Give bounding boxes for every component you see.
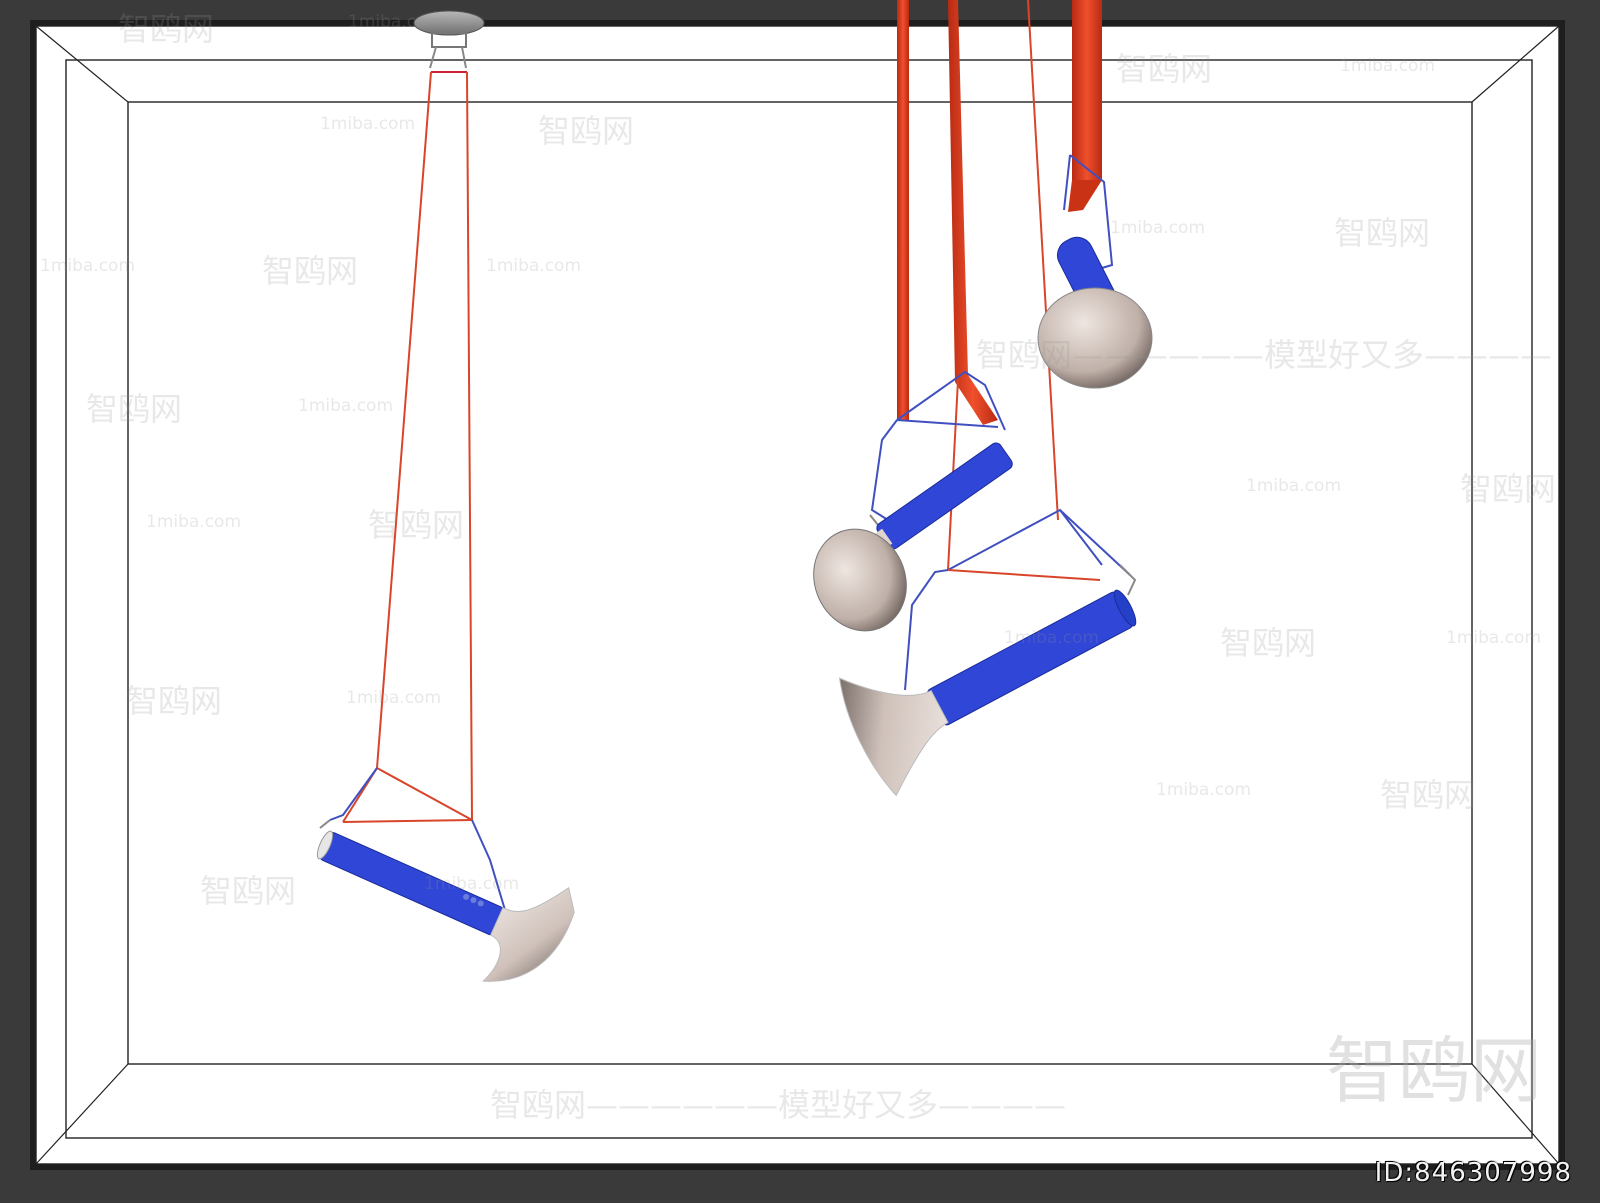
ceiling-canopy xyxy=(413,10,485,36)
render-viewport: 智鸥网 1miba.com 1miba.com 智鸥网 1miba.com 智鸥… xyxy=(0,0,1600,1198)
lamp-shade xyxy=(1037,287,1153,389)
asset-id-label: ID:846307998 xyxy=(1374,1158,1572,1188)
scene-render xyxy=(0,0,1600,1198)
viewport-frame xyxy=(0,0,1600,1198)
